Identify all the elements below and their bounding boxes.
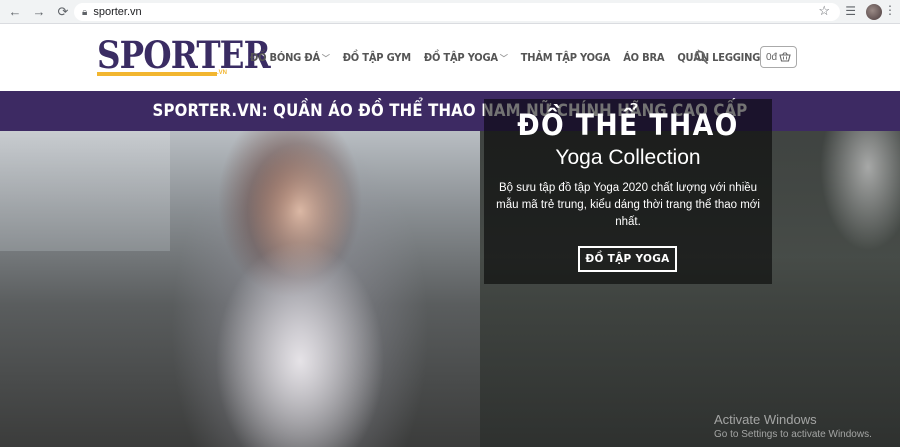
profile-avatar[interactable] [866, 4, 882, 20]
activate-windows-watermark: Activate Windows Go to Settings to activ… [714, 412, 872, 440]
bookmark-star-icon[interactable]: ☆ [818, 3, 830, 19]
menu-item-do-tap-gym[interactable]: ĐỒ TẬP GYM [343, 51, 411, 64]
menu-item-tham-tap-yoga[interactable]: THẢM TẬP YOGA [521, 51, 611, 64]
back-icon[interactable]: ← [6, 3, 24, 21]
browser-toolbar: ← → ⟳ 🔒︎ sporter.vn ☆ ☰ ⋮ [0, 0, 900, 24]
hero-background-light [820, 131, 900, 251]
search-icon[interactable] [694, 50, 708, 64]
menu-item-do-tap-yoga[interactable]: ĐỒ TẬP YOGA ﹀ [424, 51, 508, 64]
chevron-down-icon: ﹀ [499, 53, 508, 63]
hero-subtitle: Yoga Collection [555, 146, 701, 169]
hero-description: Bộ sưu tập đồ tập Yoga 2020 chất lượng v… [496, 182, 760, 228]
chevron-down-icon: ﹀ [321, 53, 330, 63]
basket-icon [779, 52, 791, 62]
hero-title: ĐỒ THỂ THAO [517, 108, 739, 142]
address-bar[interactable]: 🔒︎ sporter.vn [74, 3, 840, 21]
menu-item-quan-legging[interactable]: QUẦN LEGGING [677, 51, 760, 64]
site-logo[interactable]: SPORTER .VN [97, 33, 271, 85]
menu-item-do-bong-da[interactable]: ĐỒ BÓNG ĐÁ ﹀ [250, 51, 330, 64]
watermark-subtitle: Go to Settings to activate Windows. [714, 429, 872, 440]
watermark-title: Activate Windows [714, 412, 817, 427]
logo-underline [97, 72, 217, 76]
forward-icon[interactable]: → [30, 3, 48, 21]
cart-button[interactable]: 0đ [760, 46, 797, 68]
lock-icon: 🔒︎ [82, 6, 88, 18]
reading-list-icon[interactable]: ☰ [845, 4, 856, 18]
logo-tld: .VN [217, 70, 228, 76]
hero-background-building [0, 131, 170, 251]
cart-total: 0đ [765, 51, 778, 63]
menu-item-ao-bra[interactable]: ÁO BRA [623, 51, 664, 64]
url-text: sporter.vn [93, 6, 142, 18]
reload-icon[interactable]: ⟳ [54, 3, 72, 21]
logo-text: SPORTER [97, 33, 271, 77]
menu-kebab-icon[interactable]: ⋮ [884, 3, 896, 17]
shop-yoga-button[interactable]: ĐỒ TẬP YOGA [578, 246, 677, 272]
site-header: SPORTER .VN ĐỒ BÓNG ĐÁ ﹀ ĐỒ TẬP GYM ĐỒ TẬ… [0, 24, 900, 91]
